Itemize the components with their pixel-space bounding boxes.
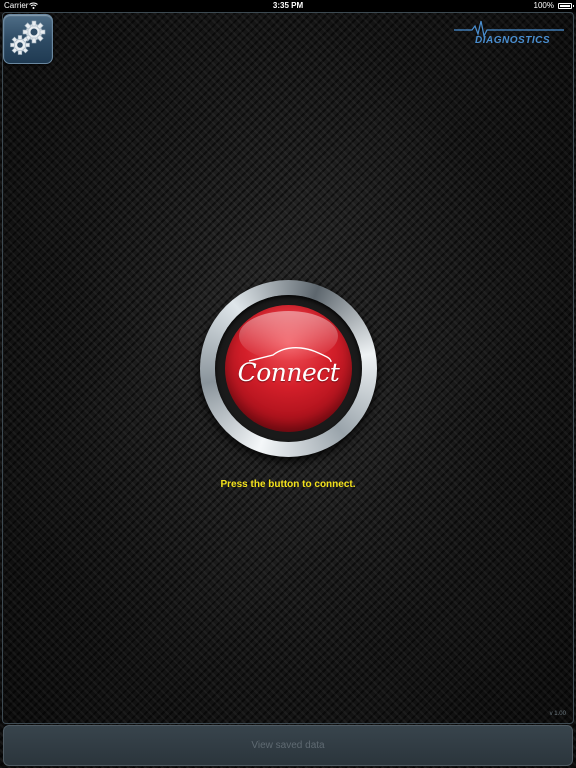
brand-logo: DIAGNOSTICS <box>454 20 564 50</box>
connect-button[interactable]: Connect <box>200 280 377 457</box>
brand-name: DIAGNOSTICS <box>475 35 550 46</box>
version-label: v 1.00 <box>549 711 566 717</box>
clock-time: 3:35 PM <box>272 1 304 10</box>
gear-icon <box>10 20 46 55</box>
battery-icon <box>558 3 574 9</box>
battery-percent: 100% <box>533 1 554 10</box>
connect-button-face: Connect <box>225 305 352 432</box>
connect-button-label: Connect <box>237 358 340 387</box>
app-screen: Carrier 3:35 PM 100% DIAGNOSTICS Connect… <box>0 0 576 768</box>
settings-button[interactable] <box>3 14 53 64</box>
connect-prompt: Press the button to connect. <box>220 479 356 490</box>
view-saved-data-button[interactable]: View saved data <box>3 725 573 766</box>
status-bar: Carrier 3:35 PM 100% <box>0 0 576 12</box>
